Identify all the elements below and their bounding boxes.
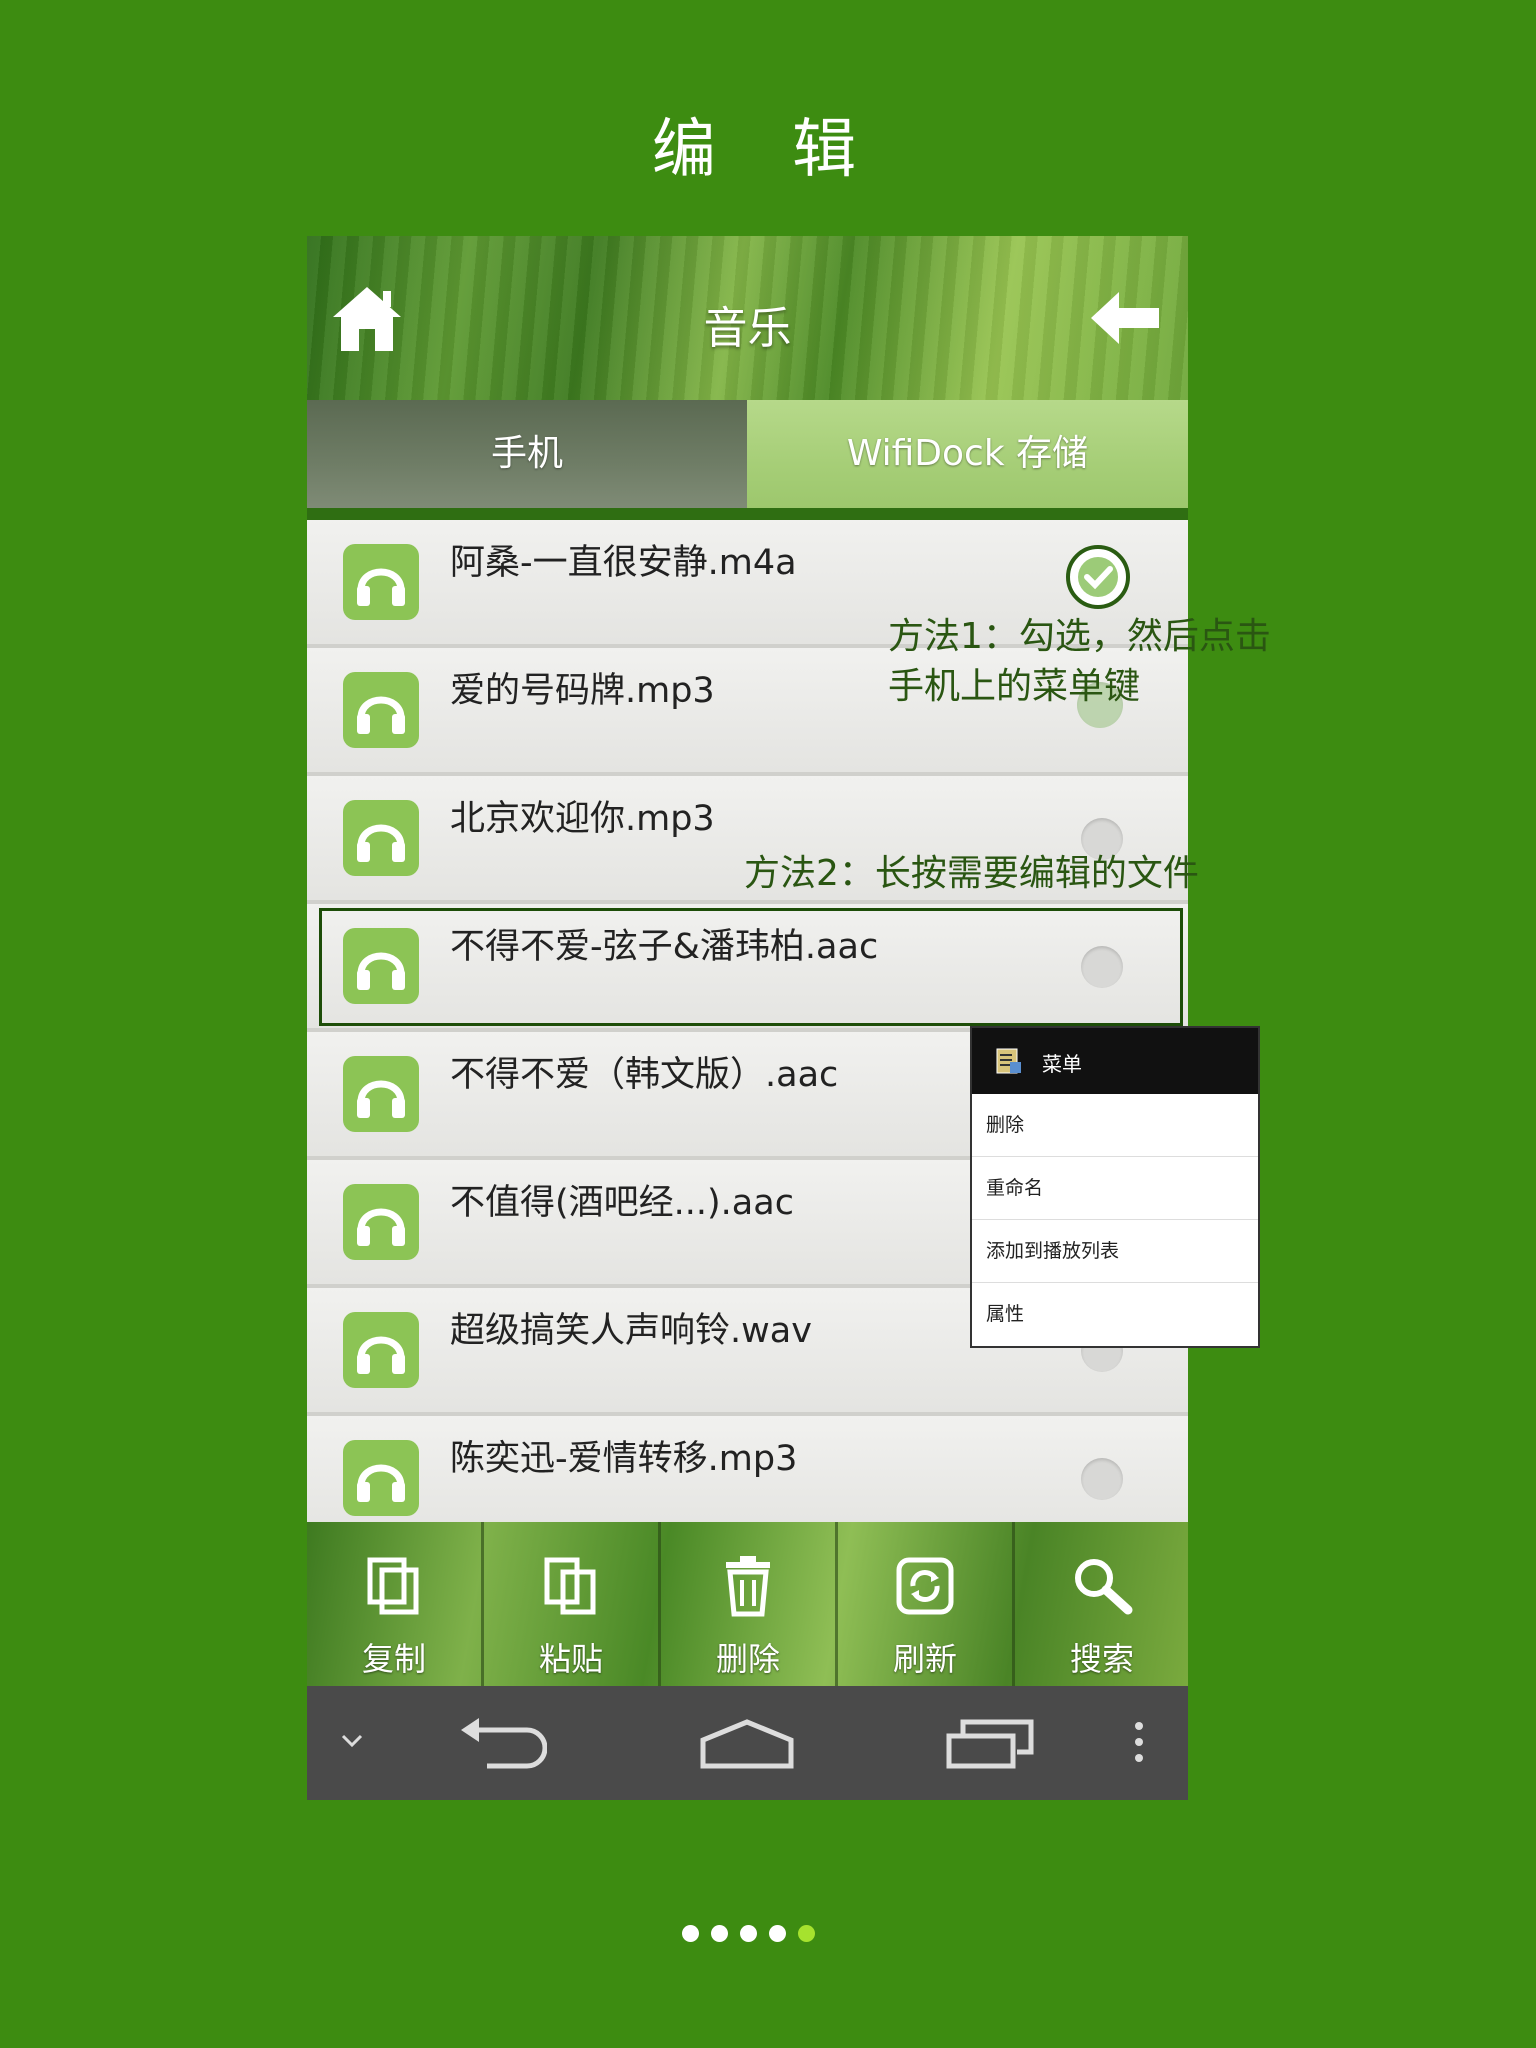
paste-icon	[544, 1557, 596, 1615]
headphones-icon	[343, 672, 419, 748]
collapse-icon[interactable]	[337, 1726, 367, 1756]
tab-phone[interactable]: 手机	[307, 400, 747, 508]
search-label: 搜索	[1069, 1640, 1134, 1678]
context-menu-header: 菜单	[972, 1028, 1258, 1094]
menu-item-rename[interactable]: 重命名	[972, 1157, 1258, 1220]
headphones-icon	[343, 800, 419, 876]
menu-item-delete[interactable]: 删除	[972, 1094, 1258, 1157]
page-dot[interactable]	[682, 1925, 699, 1942]
checked-icon[interactable]	[1065, 544, 1131, 610]
headphones-icon	[343, 1440, 419, 1516]
file-name: 超级搞笑人声响铃.wav	[450, 1311, 812, 1351]
menu-icon	[996, 1048, 1021, 1074]
phone-screenshot: 音乐 手机 WifiDock 存储 阿桑-一直很安静.m4a 爱的号码牌.mp3	[307, 236, 1188, 1800]
headphones-icon	[343, 1056, 419, 1132]
headphones-icon	[343, 544, 419, 620]
back-arrow-icon[interactable]	[1089, 288, 1161, 348]
page-dot[interactable]	[740, 1925, 757, 1942]
annotation-method2: 方法2：长按需要编辑的文件	[744, 853, 1199, 894]
radio-icon[interactable]	[1081, 1458, 1123, 1500]
paste-button[interactable]: 粘贴	[484, 1522, 661, 1686]
system-nav-bar	[307, 1686, 1188, 1800]
context-menu: 菜单 删除 重命名 添加到播放列表 属性	[970, 1026, 1260, 1348]
search-button[interactable]: 搜索	[1015, 1522, 1188, 1686]
file-name: 阿桑-一直很安静.m4a	[450, 543, 797, 583]
copy-icon	[367, 1557, 419, 1615]
refresh-button[interactable]: 刷新	[838, 1522, 1015, 1686]
headphones-icon	[343, 1312, 419, 1388]
app-title: 音乐	[703, 303, 792, 354]
overflow-menu-icon[interactable]	[1131, 1720, 1147, 1766]
search-icon	[1075, 1559, 1133, 1615]
page-title: 编 辑	[651, 113, 885, 187]
tab-wifidock-storage[interactable]: WifiDock 存储	[747, 400, 1188, 508]
copy-label: 复制	[361, 1640, 426, 1678]
recents-icon[interactable]	[945, 1716, 1035, 1772]
file-name: 陈奕迅-爱情转移.mp3	[450, 1439, 798, 1479]
page-dot-active[interactable]	[798, 1925, 815, 1942]
long-press-highlight	[319, 908, 1183, 1026]
page-dot[interactable]	[711, 1925, 728, 1942]
menu-item-properties[interactable]: 属性	[972, 1283, 1258, 1345]
home-nav-icon[interactable]	[699, 1716, 795, 1772]
delete-button[interactable]: 删除	[661, 1522, 838, 1686]
file-name: 北京欢迎你.mp3	[450, 799, 715, 839]
context-menu-title: 菜单	[1042, 1052, 1082, 1076]
delete-label: 删除	[715, 1640, 780, 1678]
paste-label: 粘贴	[538, 1640, 603, 1678]
file-name: 爱的号码牌.mp3	[450, 671, 715, 711]
refresh-label: 刷新	[892, 1640, 957, 1678]
headphones-icon	[343, 1184, 419, 1260]
file-name: 不得不爱（韩文版）.aac	[450, 1055, 839, 1095]
page-dot[interactable]	[769, 1925, 786, 1942]
file-name: 不值得(酒吧经...).aac	[450, 1183, 794, 1223]
menu-item-add-to-playlist[interactable]: 添加到播放列表	[972, 1220, 1258, 1283]
bottom-toolbar: 复制 粘贴 删除 刷新 搜索	[307, 1522, 1188, 1686]
copy-button[interactable]: 复制	[307, 1522, 484, 1686]
annotation-method1-line2: 手机上的菜单键	[888, 666, 1141, 707]
annotation-method1-line1: 方法1：勾选，然后点击	[888, 616, 1271, 657]
refresh-icon	[896, 1557, 954, 1615]
back-nav-icon[interactable]	[457, 1716, 547, 1772]
trash-icon	[726, 1556, 770, 1617]
app-bar: 音乐	[307, 236, 1188, 416]
